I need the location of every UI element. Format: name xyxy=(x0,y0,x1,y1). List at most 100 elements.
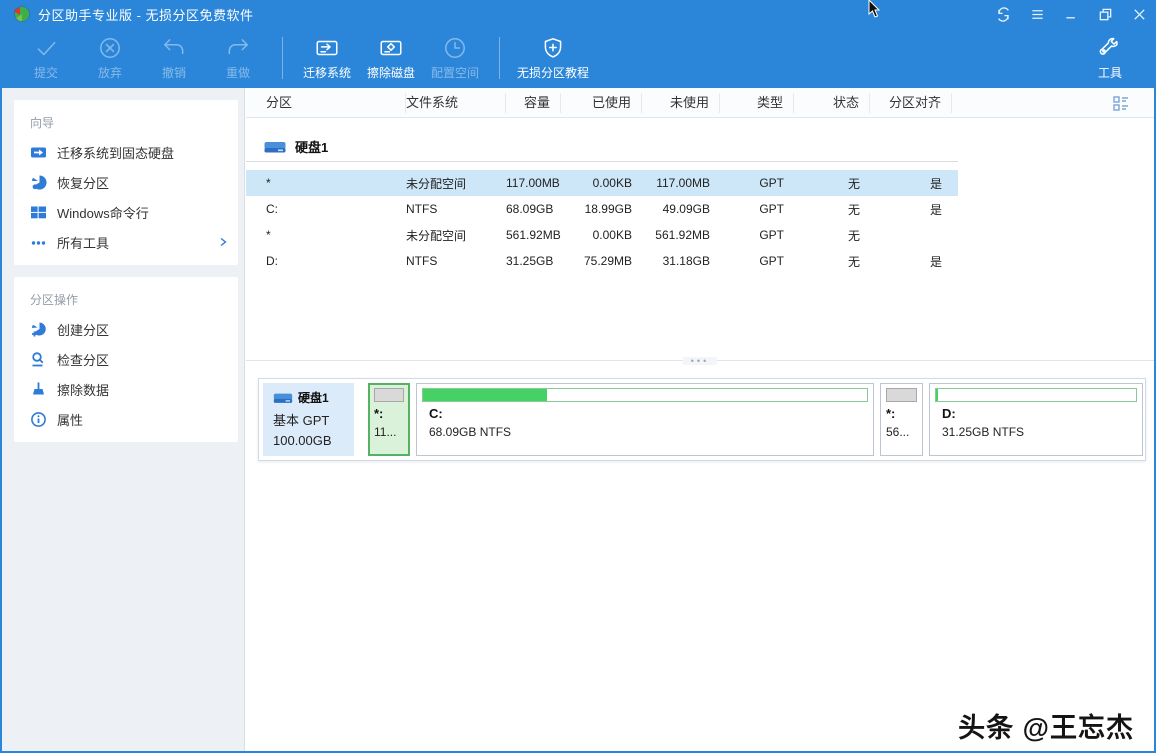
sidebar-item-recover-partition[interactable]: 恢复分区 xyxy=(14,167,238,197)
partition-block-c[interactable]: C: 68.09GB NTFS xyxy=(416,383,874,456)
cell-unused: 117.00MB xyxy=(642,176,720,190)
sidebar-item-check-partition[interactable]: 检查分区 xyxy=(14,344,238,374)
erase-disk-button[interactable]: 擦除磁盘 xyxy=(359,31,423,85)
tutorial-button[interactable]: 无损分区教程 xyxy=(512,31,594,85)
column-header-unused[interactable]: 未使用 xyxy=(642,93,720,113)
partition-block-unallocated-1[interactable]: *: 11... xyxy=(368,383,410,456)
tutorial-shield-icon xyxy=(540,35,566,61)
table-header: 分区 文件系统 容量 已使用 未使用 类型 状态 分区对齐 xyxy=(246,88,1154,118)
recover-partition-icon xyxy=(30,174,47,191)
cell-unused: 49.09GB xyxy=(642,202,720,216)
cell-unused: 561.92MB xyxy=(642,228,720,242)
refresh-icon xyxy=(996,7,1011,22)
allocate-space-button[interactable]: 配置空间 xyxy=(423,31,487,85)
cell-partition: C: xyxy=(266,202,406,216)
migrate-system-button[interactable]: 迁移系统 xyxy=(295,31,359,85)
column-header-partition[interactable]: 分区 xyxy=(266,93,406,113)
partition-label: *: xyxy=(374,406,404,421)
partition-label: D: xyxy=(942,406,1137,421)
cell-type: GPT xyxy=(720,254,794,268)
commit-button[interactable]: 提交 xyxy=(14,31,78,85)
sidebar-item-label: 擦除数据 xyxy=(57,380,109,399)
discard-button[interactable]: 放弃 xyxy=(78,31,142,85)
cell-type: GPT xyxy=(720,228,794,242)
pane-splitter[interactable]: ••• xyxy=(246,360,1154,368)
commit-check-icon xyxy=(33,35,59,61)
sidebar-item-migrate-ssd[interactable]: 迁移系统到固态硬盘 xyxy=(14,137,238,167)
disk-info-block[interactable]: 硬盘1 基本 GPT 100.00GB xyxy=(263,383,354,456)
table-row[interactable]: * 未分配空间 561.92MB 0.00KB 561.92MB GPT 无 xyxy=(246,222,958,248)
discard-icon xyxy=(97,35,123,61)
partition-block-unallocated-2[interactable]: *: 56... xyxy=(880,383,923,456)
menu-button[interactable] xyxy=(1020,0,1054,28)
sidebar-item-all-tools[interactable]: 所有工具 xyxy=(14,227,238,257)
partition-block-d[interactable]: D: 31.25GB NTFS xyxy=(929,383,1143,456)
restore-icon xyxy=(1098,7,1113,22)
redo-button[interactable]: 重做 xyxy=(206,31,270,85)
sidebar-item-create-partition[interactable]: 创建分区 xyxy=(14,314,238,344)
disk-map-panel: 硬盘1 基本 GPT 100.00GB *: 11... C: 68.09GB … xyxy=(258,378,1146,461)
table-row[interactable]: C: NTFS 68.09GB 18.99GB 49.09GB GPT 无 是 xyxy=(246,196,958,222)
hdd-icon xyxy=(264,139,286,155)
cell-aligned: 是 xyxy=(870,253,952,270)
partition-size: 68.09GB NTFS xyxy=(429,425,868,439)
cell-status: 无 xyxy=(794,227,870,244)
toolbar-separator xyxy=(282,37,283,79)
watermark-text: 头条 @王忘杰 xyxy=(958,706,1134,745)
usage-bar xyxy=(935,388,1137,402)
usage-bar xyxy=(422,388,868,402)
cell-aligned: 是 xyxy=(870,201,952,218)
disk-type: 基本 GPT xyxy=(273,410,354,429)
partition-size: 56... xyxy=(886,425,917,439)
column-header-alignment[interactable]: 分区对齐 xyxy=(870,93,952,113)
sidebar-item-wipe-data[interactable]: 擦除数据 xyxy=(14,374,238,404)
table-row[interactable]: * 未分配空间 117.00MB 0.00KB 117.00MB GPT 无 是 xyxy=(246,170,958,196)
sidebar-section-wizards: 向导 迁移系统到固态硬盘 恢复分区 xyxy=(14,100,238,265)
usage-bar xyxy=(374,388,404,402)
migrate-ssd-icon xyxy=(30,144,47,161)
titlebar: 分区助手专业版 - 无损分区免费软件 xyxy=(0,0,1156,28)
ellipsis-icon xyxy=(30,234,47,251)
close-button[interactable] xyxy=(1122,0,1156,28)
sidebar: 向导 迁移系统到固态硬盘 恢复分区 xyxy=(2,88,245,751)
cell-aligned: 是 xyxy=(870,175,952,192)
sidebar-item-windows-cli[interactable]: Windows命令行 xyxy=(14,197,238,227)
cell-used: 0.00KB xyxy=(561,176,642,190)
check-partition-icon xyxy=(30,351,47,368)
redo-icon xyxy=(225,35,251,61)
column-header-status[interactable]: 状态 xyxy=(794,93,870,113)
app-logo-icon xyxy=(12,5,30,23)
minimize-button[interactable] xyxy=(1054,0,1088,28)
column-header-capacity[interactable]: 容量 xyxy=(506,93,561,113)
cell-partition: * xyxy=(266,176,406,190)
allocate-space-icon xyxy=(442,35,468,61)
cell-used: 18.99GB xyxy=(561,202,642,216)
sidebar-item-label: 恢复分区 xyxy=(57,173,109,192)
cell-filesystem: NTFS xyxy=(406,202,506,216)
sidebar-item-label: 创建分区 xyxy=(57,320,109,339)
window-controls xyxy=(986,0,1156,28)
tools-button[interactable]: 工具 xyxy=(1078,31,1142,85)
app-window: 分区助手专业版 - 无损分区免费软件 xyxy=(0,0,1156,753)
restore-button[interactable] xyxy=(1088,0,1122,28)
partition-label: *: xyxy=(886,406,917,421)
erase-disk-icon xyxy=(378,35,404,61)
refresh-button[interactable] xyxy=(986,0,1020,28)
usage-bar xyxy=(886,388,917,402)
cell-unused: 31.18GB xyxy=(642,254,720,268)
table-row[interactable]: D: NTFS 31.25GB 75.29MB 31.18GB GPT 无 是 xyxy=(246,248,958,274)
cell-status: 无 xyxy=(794,175,870,192)
wipe-data-icon xyxy=(30,381,47,398)
column-header-type[interactable]: 类型 xyxy=(720,93,794,113)
column-header-filesystem[interactable]: 文件系统 xyxy=(406,93,506,113)
column-header-used[interactable]: 已使用 xyxy=(561,93,642,113)
detail-view-icon[interactable] xyxy=(1113,95,1130,112)
cell-type: GPT xyxy=(720,202,794,216)
sidebar-item-properties[interactable]: 属性 xyxy=(14,404,238,434)
chevron-right-icon xyxy=(218,237,228,247)
sidebar-item-label: 所有工具 xyxy=(57,233,109,252)
sidebar-section-partition-ops: 分区操作 创建分区 检查分区 xyxy=(14,277,238,442)
undo-button[interactable]: 撤销 xyxy=(142,31,206,85)
section-title: 分区操作 xyxy=(14,283,238,314)
disk-group-row[interactable]: 硬盘1 xyxy=(246,132,958,162)
